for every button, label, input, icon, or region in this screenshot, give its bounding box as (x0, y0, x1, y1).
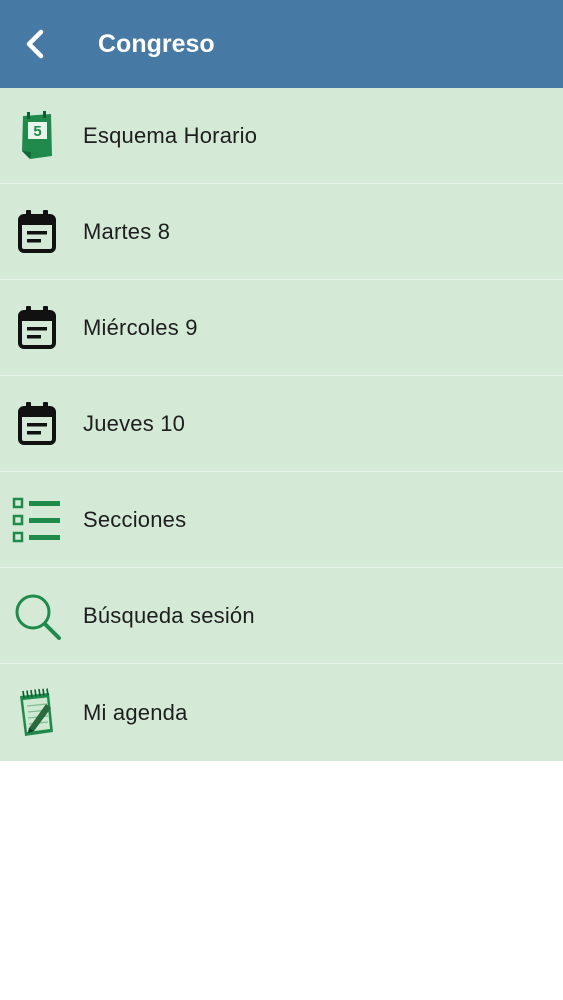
app-screen: Congreso 5 Esquema Horario Martes 8 Miér… (0, 0, 563, 1000)
menu-item-label: Secciones (83, 506, 187, 532)
app-bar: Congreso (0, 0, 563, 88)
event-note-icon (12, 399, 62, 449)
calendar-5-icon: 5 (12, 110, 62, 161)
menu-item-label: Martes 8 (83, 218, 171, 244)
menu-item-secciones[interactable]: Secciones (0, 472, 563, 568)
menu-item-label: Esquema Horario (83, 122, 258, 148)
menu-item-label: Mi agenda (83, 699, 188, 725)
menu-item-label: Búsqueda sesión (83, 602, 255, 628)
menu-item-label: Jueves 10 (83, 410, 186, 436)
event-note-icon (12, 207, 62, 257)
menu-item-miercoles-9[interactable]: Miércoles 9 (0, 280, 563, 376)
menu-item-mi-agenda[interactable]: Mi agenda (0, 664, 563, 761)
page-title: Congreso (98, 29, 215, 58)
menu-item-esquema-horario[interactable]: 5 Esquema Horario (0, 88, 563, 184)
menu-item-martes-8[interactable]: Martes 8 (0, 184, 563, 280)
back-button[interactable] (22, 0, 86, 88)
chevron-left-icon (26, 29, 44, 59)
menu-item-busqueda-sesion[interactable]: Búsqueda sesión (0, 568, 563, 664)
main-menu: 5 Esquema Horario Martes 8 Miércoles 9 J… (0, 88, 563, 761)
notepad-pencil-icon (12, 687, 62, 738)
menu-item-label: Miércoles 9 (83, 314, 198, 340)
menu-item-jueves-10[interactable]: Jueves 10 (0, 376, 563, 472)
search-icon (12, 591, 62, 641)
svg-text:5: 5 (33, 123, 41, 140)
checklist-icon (12, 495, 62, 545)
event-note-icon (12, 303, 62, 353)
